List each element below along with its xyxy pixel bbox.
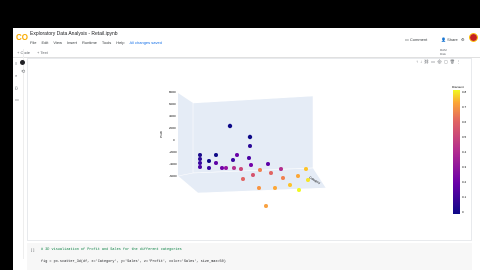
colorbar-tick: 0.6 [462, 120, 467, 124]
colab-window: CO Exploratory Data Analysis - Retail.ip… [13, 28, 480, 270]
data-point [281, 176, 285, 180]
data-point [251, 173, 255, 177]
data-point [232, 166, 236, 170]
data-point [279, 167, 283, 171]
data-point [235, 153, 239, 157]
z-tick: 0 [173, 138, 175, 142]
data-point [214, 161, 218, 165]
colorbar [453, 90, 460, 214]
colorbar-tick: 0.2 [462, 180, 467, 184]
z-tick: 6000 [169, 102, 176, 106]
data-point [296, 174, 300, 178]
data-point [264, 204, 268, 208]
z-axis-title: Profit [159, 131, 163, 138]
z-tick: -2000 [169, 150, 177, 154]
data-point [198, 153, 202, 157]
colorbar-tick: 0.4 [462, 150, 467, 154]
code-line[interactable]: fig = px.scatter_3d(df, x='Category', y=… [41, 260, 226, 264]
data-point [257, 186, 261, 190]
colorbar-tick: 0.5 [462, 135, 467, 139]
data-point [306, 178, 310, 182]
data-point [288, 183, 292, 187]
z-tick: -4000 [169, 162, 177, 166]
data-point [258, 168, 262, 172]
colorbar-tick: 0.8 [462, 90, 467, 94]
colorbar-tick: 0.7 [462, 105, 467, 109]
cell-run-icon[interactable]: [ ] [31, 247, 34, 252]
colorbar-title: Discount [452, 85, 464, 89]
data-point [227, 123, 233, 129]
data-point [304, 167, 308, 171]
data-point [198, 165, 202, 169]
z-tick: 2000 [169, 126, 176, 130]
colorbar-tick: 0.3 [462, 165, 467, 169]
data-point [273, 186, 277, 190]
data-point [207, 159, 211, 163]
colorbar-tick: 0.1 [462, 195, 467, 199]
code-comment[interactable]: # 3D visualization of Profit and Sales f… [41, 248, 182, 252]
plot-wall-back [192, 95, 314, 174]
data-point [224, 166, 228, 170]
colorbar-tick: 0 [462, 210, 464, 214]
data-point [247, 134, 253, 140]
data-point [231, 158, 235, 162]
data-point [214, 153, 218, 157]
data-point [220, 166, 224, 170]
scatter3d-plot[interactable]: Profit 8000 6000 4000 2000 0 -2000 -4000… [13, 28, 480, 270]
data-point [198, 161, 202, 165]
data-point [297, 188, 301, 192]
z-tick: -6000 [169, 174, 177, 178]
z-tick: 4000 [169, 114, 176, 118]
data-point [198, 157, 202, 161]
data-point [266, 162, 270, 166]
data-point [269, 171, 273, 175]
data-point [207, 166, 211, 170]
data-point [239, 167, 243, 171]
z-tick: 8000 [169, 90, 176, 94]
plot-wall-left [178, 93, 193, 176]
data-point [249, 163, 253, 167]
data-point [241, 177, 245, 181]
data-point [247, 156, 251, 160]
data-point [248, 144, 252, 148]
